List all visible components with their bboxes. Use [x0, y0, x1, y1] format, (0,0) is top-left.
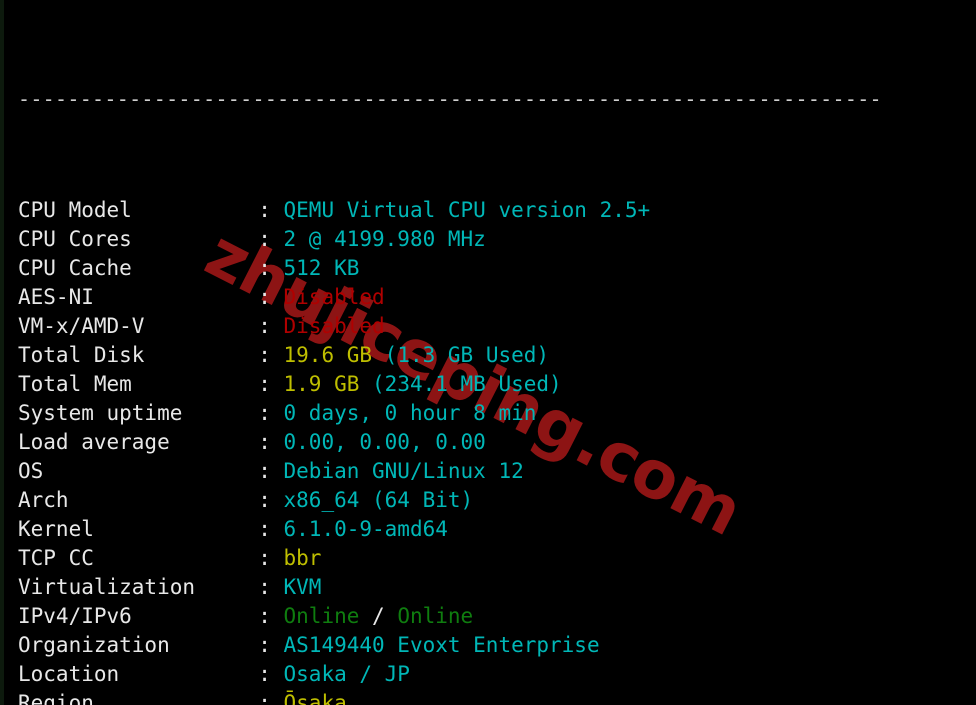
row-value: Disabled	[283, 314, 385, 338]
row-separator: :	[258, 604, 284, 628]
row-label: OS	[18, 459, 259, 483]
row-value: (1.3 GB Used)	[384, 343, 550, 367]
terminal-screen: ----------------------------------------…	[4, 0, 976, 705]
row-label: Location	[18, 662, 259, 686]
system-info-row: CPU Cores : 2 @ 4199.980 MHz	[18, 225, 976, 254]
system-info-block: CPU Model : QEMU Virtual CPU version 2.5…	[18, 196, 976, 705]
row-separator: :	[258, 488, 284, 512]
row-separator: :	[258, 662, 284, 686]
system-info-row: Kernel : 6.1.0-9-amd64	[18, 515, 976, 544]
row-separator: :	[258, 314, 284, 338]
system-info-row: CPU Cache : 512 KB	[18, 254, 976, 283]
row-separator: :	[258, 691, 284, 705]
row-label: VM-x/AMD-V	[18, 314, 259, 338]
row-label: IPv4/IPv6	[18, 604, 259, 628]
divider-top: ----------------------------------------…	[18, 87, 882, 109]
row-label: Kernel	[18, 517, 259, 541]
row-value: 19.6 GB	[283, 343, 385, 367]
system-info-row: VM-x/AMD-V : Disabled	[18, 312, 976, 341]
row-label: Virtualization	[18, 575, 259, 599]
system-info-row: Virtualization : KVM	[18, 573, 976, 602]
row-label: AES-NI	[18, 285, 259, 309]
row-separator: :	[258, 459, 284, 483]
system-info-row: AES-NI : Disabled	[18, 283, 976, 312]
row-label: Organization	[18, 633, 259, 657]
row-label: CPU Cores	[18, 227, 259, 251]
row-value: Online	[283, 604, 360, 628]
row-separator: :	[258, 633, 284, 657]
system-info-row: Load average : 0.00, 0.00, 0.00	[18, 428, 976, 457]
system-info-row: Total Disk : 19.6 GB (1.3 GB Used)	[18, 341, 976, 370]
row-value: 6.1.0-9-amd64	[283, 517, 448, 541]
row-value: bbr	[283, 546, 322, 570]
row-separator: :	[258, 517, 284, 541]
system-info-row: Location : Osaka / JP	[18, 660, 976, 689]
row-value: Disabled	[283, 285, 385, 309]
row-value: Ōsaka	[283, 691, 347, 705]
row-value: 512 KB	[283, 256, 360, 280]
system-info-row: OS : Debian GNU/Linux 12	[18, 457, 976, 486]
system-info-row: Arch : x86_64 (64 Bit)	[18, 486, 976, 515]
row-separator: :	[258, 198, 284, 222]
row-value: Osaka / JP	[283, 662, 410, 686]
system-info-row: Organization : AS149440 Evoxt Enterprise	[18, 631, 976, 660]
row-value: /	[359, 604, 398, 628]
row-separator: :	[258, 343, 284, 367]
system-info-row: TCP CC : bbr	[18, 544, 976, 573]
row-separator: :	[258, 285, 284, 309]
row-label: CPU Cache	[18, 256, 259, 280]
row-label: Load average	[18, 430, 259, 454]
row-label: Arch	[18, 488, 259, 512]
row-separator: :	[258, 575, 284, 599]
row-separator: :	[258, 430, 284, 454]
row-value: 1.9 GB	[283, 372, 373, 396]
row-value: KVM	[283, 575, 322, 599]
row-value: 2 @ 4199.980 MHz	[283, 227, 486, 251]
row-value: x86_64 (64 Bit)	[283, 488, 474, 512]
system-info-row: System uptime : 0 days, 0 hour 8 min	[18, 399, 976, 428]
row-value: QEMU Virtual CPU version 2.5+	[283, 198, 651, 222]
row-separator: :	[258, 546, 284, 570]
row-label: TCP CC	[18, 546, 259, 570]
row-value: Debian GNU/Linux 12	[283, 459, 524, 483]
row-value: Online	[397, 604, 474, 628]
row-value: 0 days, 0 hour 8 min	[283, 401, 537, 425]
system-info-row: IPv4/IPv6 : Online / Online	[18, 602, 976, 631]
row-value: (234.1 MB Used)	[372, 372, 562, 396]
row-separator: :	[258, 401, 284, 425]
row-value: 0.00, 0.00, 0.00	[283, 430, 486, 454]
system-info-row: CPU Model : QEMU Virtual CPU version 2.5…	[18, 196, 976, 225]
row-label: CPU Model	[18, 198, 259, 222]
row-value: AS149440 Evoxt Enterprise	[283, 633, 600, 657]
row-label: System uptime	[18, 401, 259, 425]
row-separator: :	[258, 256, 284, 280]
row-label: Total Disk	[18, 343, 259, 367]
row-label: Total Mem	[18, 372, 259, 396]
system-info-row: Total Mem : 1.9 GB (234.1 MB Used)	[18, 370, 976, 399]
row-label: Region	[18, 691, 259, 705]
system-info-row: Region : Ōsaka	[18, 689, 976, 705]
row-separator: :	[258, 372, 284, 396]
terminal-window[interactable]: zhujiceping.com ------------------------…	[0, 0, 976, 705]
row-separator: :	[258, 227, 284, 251]
